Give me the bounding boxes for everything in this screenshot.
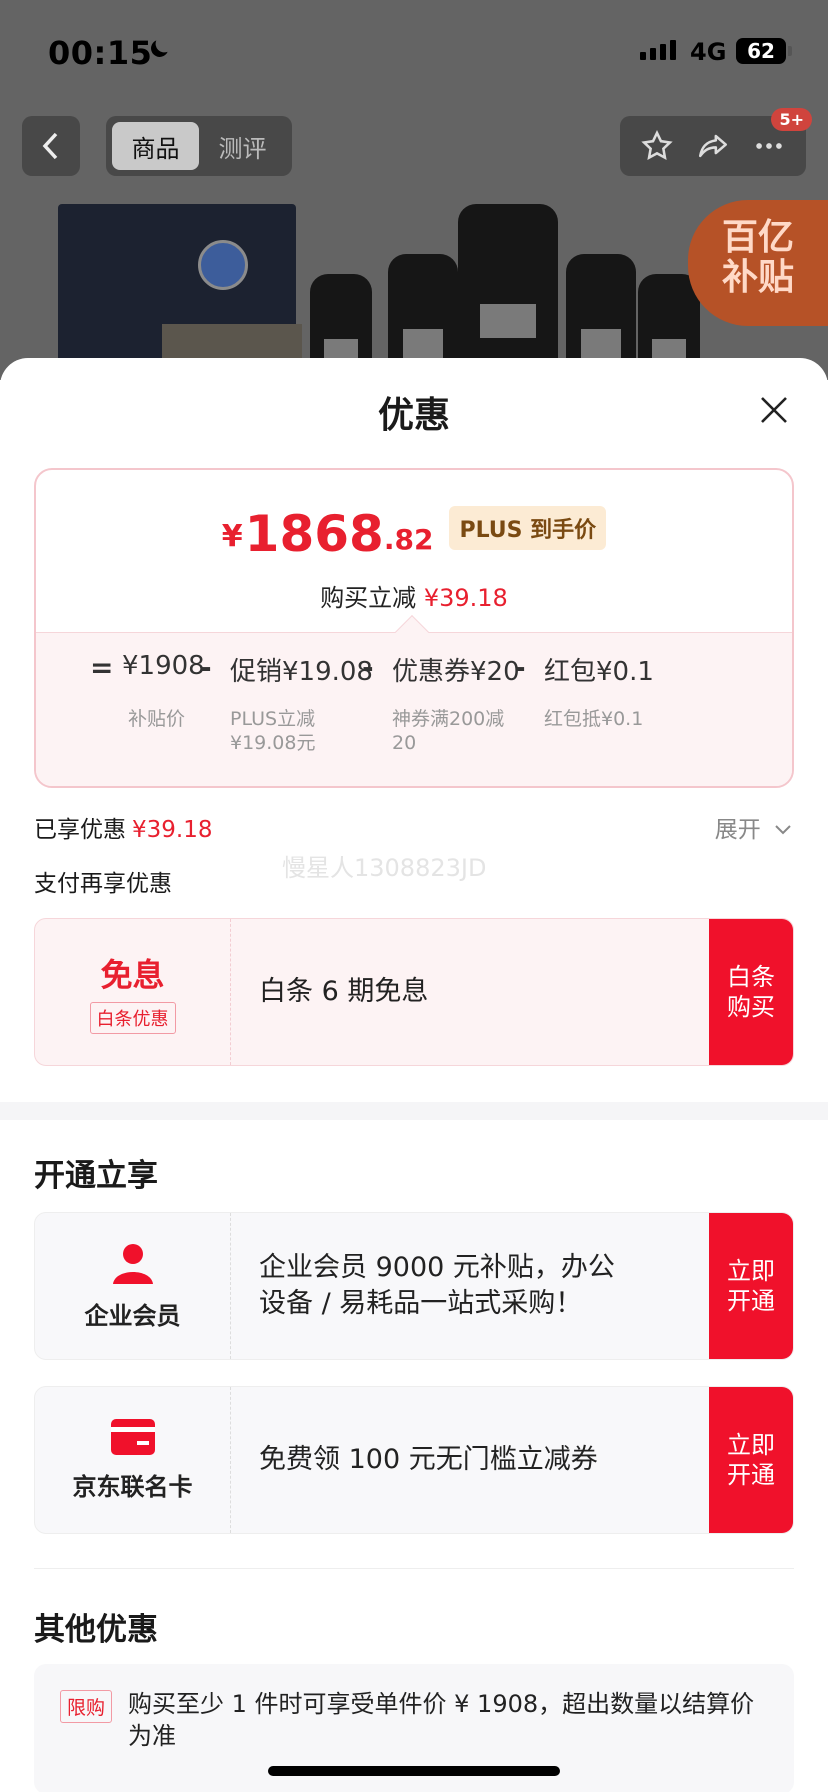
home-indicator [268,1766,560,1776]
price-card: ¥ 1868 .82 PLUS 到手价 购买立减 ¥39.18 = ¥1908 … [34,468,794,788]
moon-icon [151,40,168,57]
final-price: ¥ 1868 .82 [221,505,434,563]
breakdown-op: - [200,651,212,684]
share-icon[interactable] [695,129,731,163]
tab-goods[interactable]: 商品 [112,122,199,170]
watermark: 慢星人1308823JD [282,854,487,882]
separator [34,1568,794,1569]
section-divider [0,1102,828,1120]
breakdown-amount: ¥1908 [122,651,205,681]
breakdown-op: - [514,651,526,684]
discount-sheet: 优惠 ¥ 1868 .82 PLUS 到手价 购买立减 ¥39.18 = ¥19… [0,358,828,1792]
pay-more-label: 支付再享优惠 [34,871,172,897]
message-badge: 5+ [771,108,812,131]
close-icon[interactable] [758,394,790,426]
product-page: 百亿 补贴 00:15 4G 62 商品 测评 5+ 优惠 ¥ 1868 .82… [0,0,828,1792]
enjoyed-discount: 已享优惠 ¥39.18 [34,817,213,843]
price-breakdown: = ¥1908 补贴价 - 促销¥19.08 PLUS立减 ¥19.08元 - … [36,615,792,786]
subsidy-badge: 百亿 补贴 [688,200,828,326]
expand-button[interactable]: 展开 [715,810,792,844]
limit-tag: 限购 [60,1690,113,1723]
header-actions: 5+ [620,108,812,176]
plus-price-tag: PLUS 到手价 [449,506,607,550]
offer-label: 京东联名卡 [72,1472,193,1501]
baitiao-buy-button[interactable]: 白条 购买 [709,919,793,1065]
interest-free-title: 免息 [100,956,165,994]
chevron-left-icon [42,132,58,160]
more-icon[interactable] [752,129,786,163]
network-label: 4G [690,38,727,66]
breakdown-op: = [90,651,114,684]
tab-bar: 商品 测评 [106,116,292,176]
breakdown-desc: 红包抵¥0.1 [544,708,644,730]
open-now-button[interactable]: 立即 开通 [709,1213,793,1359]
baitiao-offer: 免息 白条优惠 白条 6 期免息 白条 购买 [34,918,794,1066]
sheet-title: 优惠 [377,395,450,436]
chevron-down-icon [775,825,791,835]
credit-card-icon [110,1418,155,1455]
offer-desc: 白条 6 期免息 [259,976,429,1007]
breakdown-desc: 神券满200减 20 [392,708,505,754]
offer-desc: 企业会员 9000 元补贴，办公设备 / 易耗品一站式采购！ [259,1252,615,1319]
breakdown-op: - [362,651,374,684]
breakdown-amount: 优惠券¥20 [392,657,520,687]
other-offer-text: 购买至少 1 件时可享受单件价 ¥ 1908，超出数量以结算价为准 [128,1690,755,1750]
open-section-title: 开通立享 [34,1158,158,1194]
breakdown-amount: 促销¥19.08 [230,657,373,687]
top-nav: 商品 测评 5+ [22,108,812,176]
back-button[interactable] [22,116,80,176]
signal-icon [640,40,676,60]
status-bar: 00:15 4G 62 [0,0,828,104]
breakdown-desc: 补贴价 [128,708,186,730]
baitiao-tag: 白条优惠 [89,1002,176,1034]
battery-icon: 62 [736,38,792,64]
breakdown-desc: PLUS立减 ¥19.08元 [230,708,316,754]
breakdown-amount: 红包¥0.1 [544,657,654,687]
status-time: 00:15 [48,34,153,72]
offer-desc: 免费领 100 元无门槛立减券 [259,1444,598,1475]
other-section-title: 其他优惠 [34,1612,158,1648]
offer-label: 企业会员 [84,1301,181,1330]
star-icon[interactable] [640,129,674,163]
enterprise-offer: 企业会员 企业会员 9000 元补贴，办公设备 / 易耗品一站式采购！ 立即 开… [34,1212,794,1360]
user-icon [112,1243,153,1284]
jd-card-offer: 京东联名卡 免费领 100 元无门槛立减券 立即 开通 [34,1386,794,1534]
open-now-button[interactable]: 立即 开通 [709,1387,793,1533]
reduce-line: 购买立减 ¥39.18 [320,584,508,612]
tab-review[interactable]: 测评 [199,122,286,170]
